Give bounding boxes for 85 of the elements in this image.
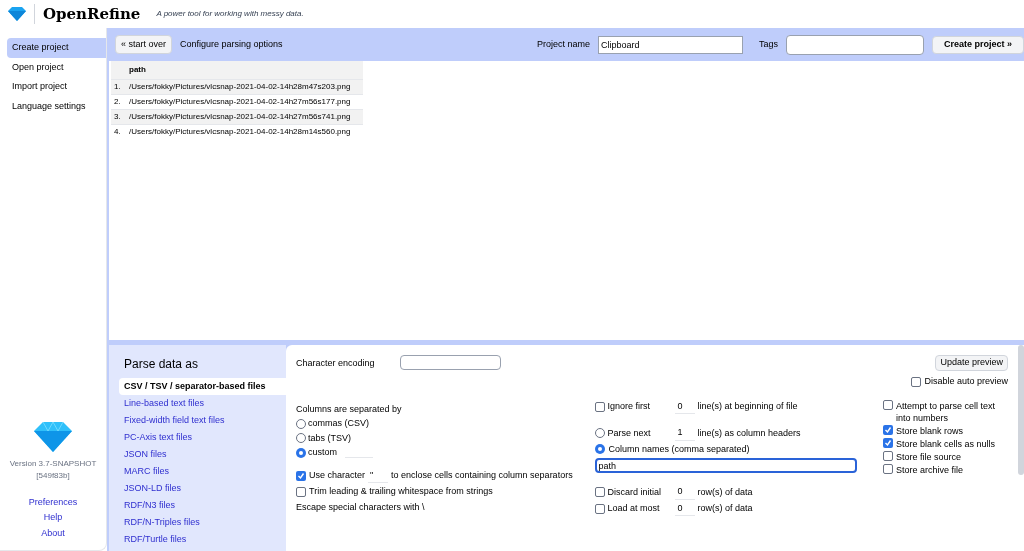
row-number: 4. <box>111 124 127 139</box>
field-label: Columns are separated by <box>296 402 403 416</box>
field-label: Tags <box>759 37 778 51</box>
start-over-button[interactable]: « start over <box>115 34 173 55</box>
footer-link[interactable]: About <box>41 526 65 540</box>
checkbox[interactable] <box>883 463 893 474</box>
option-label: commas (CSV) <box>308 417 369 430</box>
format-item[interactable]: CSV / TSV / separator-based files <box>119 378 286 395</box>
update-preview-button[interactable]: Update preview <box>935 355 1008 371</box>
section-heading: Parse data as <box>123 356 200 373</box>
radio-button[interactable] <box>595 444 606 455</box>
option-label: Use character <box>309 469 366 482</box>
option-label: Disable auto preview <box>924 375 1008 388</box>
checkbox[interactable] <box>911 376 922 387</box>
page-title: Configure parsing options <box>180 37 283 51</box>
tagline: A power tool for working with messy data. <box>156 8 304 20</box>
option-label: Store blank rows <box>896 424 964 437</box>
app-name: OpenRefine <box>43 3 141 25</box>
tags-field[interactable] <box>786 34 924 55</box>
option-label: tabs (TSV) <box>308 431 351 445</box>
checkbox[interactable] <box>296 486 306 497</box>
header-lines-field[interactable]: 1 <box>675 426 696 441</box>
project-name-field[interactable]: Clipboard <box>598 35 743 54</box>
radio-button[interactable] <box>296 418 306 429</box>
row-number: 3. <box>111 109 127 125</box>
format-item[interactable]: PC-Axis text files <box>119 429 286 446</box>
option-label: row(s) of data <box>696 485 753 499</box>
checkbox[interactable] <box>883 399 893 410</box>
checkbox[interactable] <box>595 487 606 498</box>
field-label: Project name <box>536 37 590 51</box>
table-cell: /Users/fokky/Pictures/vlcsnap-2021-04-02-14h28m47s203.png <box>127 79 363 95</box>
row-number: 2. <box>111 94 127 110</box>
version-text: Version 3.7-SNAPSHOT <box>9 457 97 470</box>
format-item[interactable]: RDF/N-Triples files <box>119 514 286 531</box>
option-label: Parse next <box>606 426 652 440</box>
option-text: Escape special characters with \ <box>296 500 426 514</box>
checkbox[interactable] <box>883 424 893 435</box>
build-id: [549f83b] <box>36 469 70 482</box>
footer-link[interactable]: Preferences <box>28 495 78 509</box>
option-label: line(s) as column headers <box>696 426 801 440</box>
radio-button[interactable] <box>595 428 606 439</box>
format-item[interactable]: RDF/N3 files <box>119 497 286 514</box>
format-item[interactable]: Line-based text files <box>119 395 286 412</box>
table-cell: /Users/fokky/Pictures/vlcsnap-2021-04-02-14h27m56s741.png <box>127 109 363 125</box>
diamond-logo-icon <box>8 7 26 21</box>
column-names-field[interactable]: path <box>595 458 858 473</box>
format-item[interactable]: RDF/Turtle files <box>119 531 286 548</box>
nav-item[interactable]: Open project <box>7 57 106 77</box>
option-label: row(s) of data <box>696 502 753 515</box>
option-label: Column names (comma separated) <box>608 442 750 456</box>
option-label: Trim leading & trailing whitespace from strings <box>309 485 493 498</box>
column-header: path <box>127 61 363 80</box>
nav-item[interactable]: Create project <box>7 38 106 58</box>
option-label: Load at most <box>606 502 661 515</box>
checkbox[interactable] <box>883 450 893 461</box>
option-label: line(s) at beginning of file <box>696 400 798 413</box>
discard-rows-field[interactable]: 0 <box>675 485 696 500</box>
format-item[interactable]: MARC files <box>119 463 286 480</box>
field-label: Character encoding <box>296 357 376 370</box>
checkbox[interactable] <box>595 401 606 412</box>
table-cell: /Users/fokky/Pictures/vlcsnap-2021-04-02-14h27m56s177.png <box>127 94 363 110</box>
checkbox[interactable] <box>595 503 606 514</box>
option-label: Store file source <box>896 450 962 463</box>
table-cell: /Users/fokky/Pictures/vlcsnap-2021-04-02-14h28m14s560.png <box>127 124 363 139</box>
row-number: 1. <box>111 79 127 95</box>
option-label: Ignore first <box>606 400 651 413</box>
radio-button[interactable] <box>296 447 306 458</box>
option-label: custom <box>308 446 337 459</box>
nav-item[interactable]: Import project <box>7 77 106 97</box>
option-label: Attempt to parse cell text into numbers <box>896 399 997 424</box>
option-label: Store blank cells as nulls <box>896 437 996 450</box>
encoding-field[interactable] <box>400 355 501 370</box>
nav-item[interactable]: Language settings <box>7 96 106 116</box>
radio-button[interactable] <box>296 433 306 444</box>
create-project-button[interactable]: Create project » <box>932 35 1024 54</box>
format-item[interactable]: JSON-LD files <box>119 480 286 497</box>
checkbox[interactable] <box>296 470 306 481</box>
footer-link[interactable]: Help <box>43 511 63 525</box>
format-item[interactable]: Fixed-width field text files <box>119 412 286 429</box>
checkbox[interactable] <box>883 437 893 448</box>
option-label: Store archive file <box>896 463 964 476</box>
format-item[interactable]: JSON files <box>119 446 286 463</box>
option-label: Discard initial <box>606 485 662 499</box>
diamond-logo-icon <box>34 421 72 452</box>
option-label: to enclose cells containing column separators <box>391 469 573 482</box>
